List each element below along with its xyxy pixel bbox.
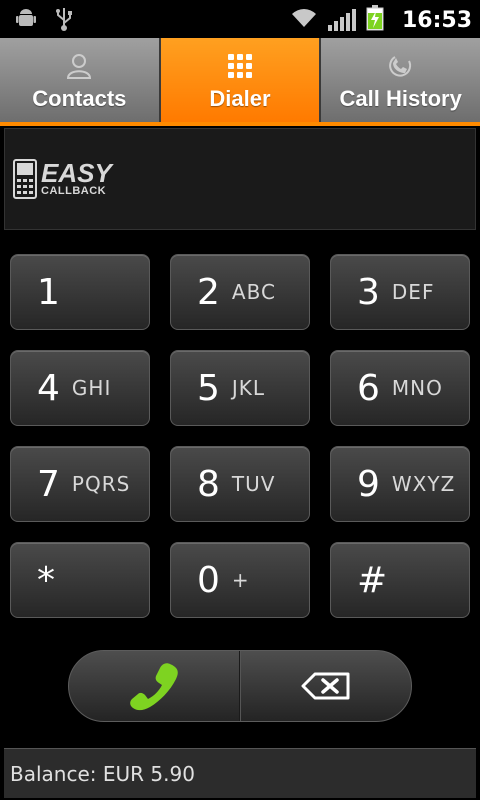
key-letters: PQRS: [71, 472, 131, 496]
call-button[interactable]: [69, 651, 240, 721]
key-digit: 3: [357, 271, 380, 313]
call-history-icon: [387, 52, 415, 80]
battery-charging-icon: [366, 5, 384, 35]
key-9[interactable]: 9 WXYZ: [330, 446, 470, 522]
usb-icon: [54, 6, 74, 36]
key-1[interactable]: 1: [10, 254, 150, 330]
easy-callback-logo: EASY CALLBACK: [13, 159, 112, 199]
tab-call-history[interactable]: Call History: [321, 38, 480, 122]
key-digit: 7: [37, 463, 60, 505]
key-0[interactable]: 0 +: [170, 542, 310, 618]
tab-dialer-label: Dialer: [209, 86, 271, 111]
key-digit: 8: [197, 463, 220, 505]
wifi-icon: [290, 7, 318, 33]
key-3[interactable]: 3 DEF: [330, 254, 470, 330]
balance-bar: Balance: EUR 5.90: [4, 748, 476, 798]
key-star[interactable]: *: [10, 542, 150, 618]
status-bar: 16:53: [0, 0, 480, 38]
tab-bar: Contacts Dialer Call History: [0, 38, 480, 126]
key-letters: TUV: [231, 472, 276, 496]
key-digit: 9: [357, 463, 380, 505]
key-digit: 1: [37, 271, 60, 313]
tab-contacts[interactable]: Contacts: [0, 38, 161, 122]
phone-handset-icon: [130, 663, 178, 711]
key-letters: DEF: [391, 280, 435, 304]
tab-call-history-label: Call History: [339, 86, 462, 111]
key-letters: GHI: [71, 376, 112, 400]
key-letters: ABC: [231, 280, 276, 304]
call-action-bar: [68, 650, 412, 722]
key-5[interactable]: 5 JKL: [170, 350, 310, 426]
key-8[interactable]: 8 TUV: [170, 446, 310, 522]
logo-sub-text: CALLBACK: [41, 185, 107, 197]
logo-main-text: EASY: [41, 158, 112, 188]
key-hash[interactable]: #: [330, 542, 470, 618]
key-digit: *: [37, 559, 55, 601]
key-digit: 2: [197, 271, 220, 313]
key-digit: 4: [37, 367, 60, 409]
key-2[interactable]: 2 ABC: [170, 254, 310, 330]
easy-callback-banner: EASY CALLBACK: [4, 128, 476, 230]
android-debug-icon: [14, 6, 38, 36]
backspace-icon: [301, 672, 350, 700]
key-4[interactable]: 4 GHI: [10, 350, 150, 426]
keypad-grid-icon: [227, 52, 253, 80]
signal-icon: [327, 9, 356, 31]
key-letters: +: [231, 568, 250, 592]
key-7[interactable]: 7 PQRS: [10, 446, 150, 522]
key-6[interactable]: 6 MNO: [330, 350, 470, 426]
key-digit: #: [357, 559, 388, 601]
status-clock: 16:53: [401, 7, 472, 33]
delete-button[interactable]: [240, 651, 411, 721]
tab-dialer[interactable]: Dialer: [160, 38, 322, 122]
key-digit: 6: [357, 367, 380, 409]
key-letters: WXYZ: [391, 472, 456, 496]
mobile-phone-icon: [13, 159, 37, 199]
key-digit: 0: [197, 559, 220, 601]
key-letters: MNO: [391, 376, 443, 400]
person-icon: [66, 52, 92, 80]
balance-text: Balance: EUR 5.90: [10, 761, 195, 786]
tab-contacts-label: Contacts: [32, 86, 127, 111]
key-letters: JKL: [231, 376, 266, 400]
key-digit: 5: [197, 367, 220, 409]
